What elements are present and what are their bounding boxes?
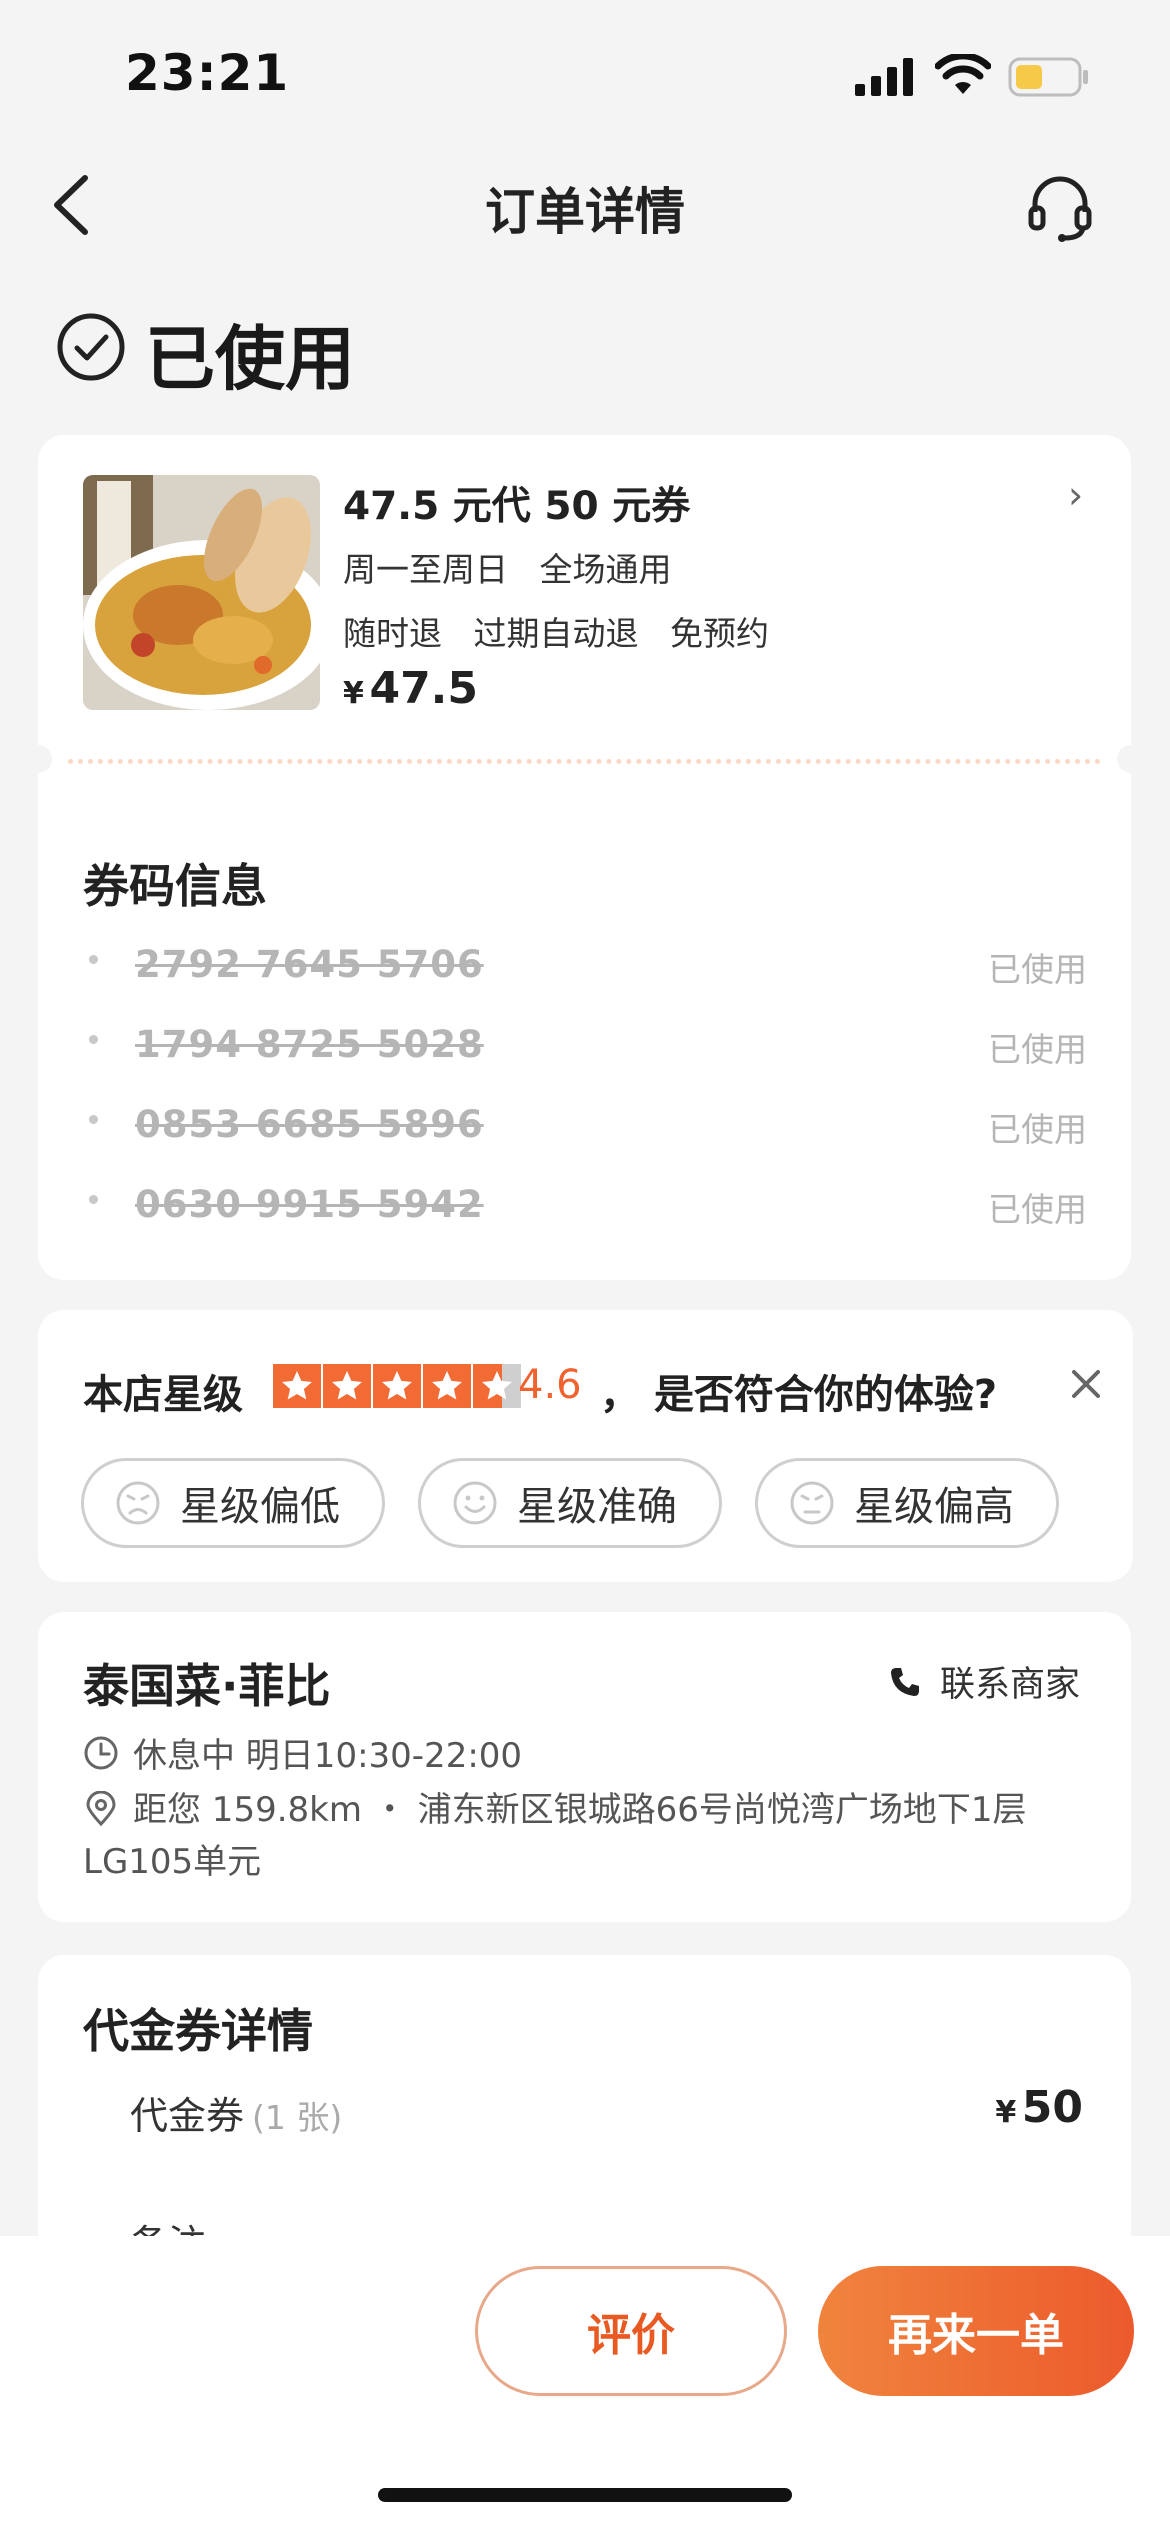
chevron-right-icon[interactable]: ›: [1068, 473, 1083, 517]
phone-icon: [891, 1667, 919, 1696]
page-title: 订单详情: [485, 183, 685, 241]
rating-question-text: 是否符合你的体验?: [653, 1372, 998, 1418]
code-number: 1794 8725 5028: [135, 1023, 484, 1066]
order-status: 已使用: [145, 318, 355, 400]
dotted-divider: [68, 759, 1101, 764]
address-text: 距您 159.8km ・ 浦东新区银城路66号尚悦湾广场地下1层LG105单元: [83, 1790, 1027, 1882]
codes-title: 券码信息: [83, 859, 267, 913]
status-time: 23:21: [125, 44, 290, 102]
product-card: 47.5 元代 50 元券 › 周一至周日 全场通用 随时退 过期自动退 免预约…: [24, 435, 1145, 1280]
hours-text: 休息中 明日10:30-22:00: [133, 1736, 523, 1776]
ticket-notch: [1117, 745, 1145, 773]
code-number: 0630 9915 5942: [135, 1183, 484, 1226]
shop-name[interactable]: 泰国菜·菲比: [83, 1650, 330, 1716]
voucher-price: ¥ 50: [995, 2082, 1083, 2133]
headset-icon[interactable]: [1025, 172, 1095, 244]
product-thumbnail[interactable]: [83, 475, 320, 710]
product-policy: 随时退 过期自动退 免预约: [343, 614, 769, 653]
rating-low-label: 星级偏低: [180, 1484, 340, 1530]
code-row: 0630 9915 5942 已使用: [83, 1175, 1123, 1235]
location-pin-icon: [86, 1791, 116, 1827]
star-icon: [373, 1364, 421, 1408]
code-status: 已使用: [988, 950, 1087, 989]
smile-face-icon: [453, 1481, 497, 1525]
rating-accurate-button[interactable]: 星级准确: [418, 1458, 722, 1548]
contact-label: 联系商家: [940, 1665, 1081, 1705]
code-number: 2792 7645 5706: [135, 943, 484, 986]
voucher-title: 代金券详情: [83, 2004, 313, 2058]
reorder-button[interactable]: 再来一单: [818, 2266, 1134, 2396]
code-status: 已使用: [988, 1110, 1087, 1149]
price-value: 47.5: [369, 663, 479, 714]
rating-separator: ，: [600, 1372, 640, 1418]
check-circle-icon: [57, 313, 125, 381]
home-indicator[interactable]: [378, 2488, 792, 2502]
rating-question: ， 是否符合你的体验?: [600, 1362, 997, 1420]
rating-high-label: 星级偏高: [854, 1484, 1014, 1530]
star-icon: [323, 1364, 371, 1408]
ticket-notch: [24, 745, 52, 773]
signal-icon: [855, 58, 913, 96]
rating-card: 本店星级 4.6 ， 是否符合你的体验? 星级偏低 星级准确 星级偏高: [38, 1310, 1133, 1582]
voucher-price-value: 50: [1021, 2082, 1083, 2133]
rating-score: 4.6: [518, 1362, 582, 1408]
wifi-icon: [935, 54, 991, 94]
product-usage: 周一至周日 全场通用: [343, 550, 672, 589]
rating-low-button[interactable]: 星级偏低: [81, 1458, 385, 1548]
angry-face-icon: [790, 1481, 834, 1525]
star-icon: [423, 1364, 471, 1408]
star-icon: [273, 1364, 321, 1408]
voucher-count: (1 张): [252, 2098, 343, 2137]
rating-high-button[interactable]: 星级偏高: [755, 1458, 1059, 1548]
close-icon[interactable]: [1068, 1366, 1104, 1402]
code-row: 0853 6685 5896 已使用: [83, 1095, 1123, 1155]
half-star-icon: [473, 1364, 521, 1408]
shop-card: 泰国菜·菲比 联系商家 休息中 明日10:30-22:00 距您 159.8km…: [38, 1612, 1131, 1922]
bullet: [89, 955, 98, 964]
rating-label: 本店星级: [83, 1372, 243, 1418]
code-status: 已使用: [988, 1030, 1087, 1069]
clock-icon: [84, 1736, 118, 1769]
bullet: [89, 1195, 98, 1204]
voucher-item-label: 代金券: [130, 2094, 245, 2138]
code-number: 0853 6685 5896: [135, 1103, 484, 1146]
business-hours: 休息中 明日10:30-22:00: [83, 1728, 522, 1777]
battery-icon: [1008, 57, 1088, 97]
bullet: [89, 1035, 98, 1044]
bullet: [89, 1115, 98, 1124]
product-title[interactable]: 47.5 元代 50 元券: [343, 475, 690, 531]
code-row: 2792 7645 5706 已使用: [83, 935, 1123, 995]
currency-symbol: ¥: [343, 676, 364, 711]
currency-symbol: ¥: [995, 2095, 1017, 2130]
product-price: ¥ 47.5: [343, 663, 478, 714]
food-image-icon: [83, 475, 320, 710]
review-button[interactable]: 评价: [475, 2266, 787, 2396]
shop-address[interactable]: 距您 159.8km ・ 浦东新区银城路66号尚悦湾广场地下1层LG105单元: [83, 1784, 1093, 1888]
voucher-item: 代金券 (1 张): [130, 2085, 342, 2140]
rating-accurate-label: 星级准确: [517, 1484, 677, 1530]
code-row: 1794 8725 5028 已使用: [83, 1015, 1123, 1075]
frown-face-icon: [116, 1481, 160, 1525]
code-status: 已使用: [988, 1190, 1087, 1229]
star-rating: [273, 1364, 523, 1408]
contact-merchant-button[interactable]: 联系商家: [888, 1656, 1080, 1707]
